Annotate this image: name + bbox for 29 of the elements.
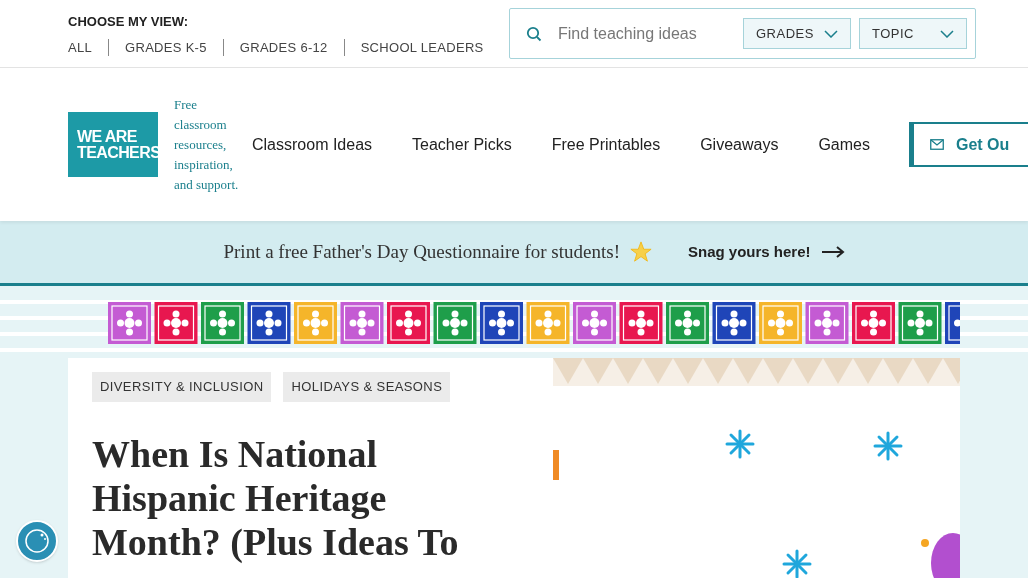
logo-text: WE ARE [77,128,138,145]
view-option-link[interactable]: SCHOOL LEADERS [360,37,484,57]
category-tag[interactable]: HOLIDAYS & SEASONS [283,372,451,402]
promo-text: Print a free Father's Day Questionnaire for students! [223,239,620,264]
accessibility-icon [24,528,50,554]
chevron-down-icon [824,29,838,38]
promo-link[interactable]: Snag yours here! [688,240,845,264]
view-option-link[interactable]: GRADES 6-12 [239,37,328,57]
nav-link[interactable]: Games [818,132,870,157]
filter-dropdown[interactable]: TOPIC [859,18,967,49]
arrow-right-icon [820,246,845,258]
view-option-link[interactable]: GRADES K-5 [125,37,207,57]
nav-link[interactable]: Classroom Ideas [252,132,373,157]
view-chooser-label: CHOOSE MY VIEW: [68,13,190,31]
chevron-down-icon [940,29,954,38]
category-tag[interactable]: DIVERSITY & INCLUSION [92,372,272,402]
filter-dropdown[interactable]: GRADES [743,18,851,49]
search-icon [526,25,542,42]
get-button[interactable]: Get Ou [908,122,1028,167]
nav-link[interactable]: Free Printables [551,132,661,157]
nav-link[interactable]: Teacher Picks [412,132,512,157]
tagline: Free classroom resources, inspiration, and support. [174,95,240,194]
star-icon [630,241,652,263]
mail-icon [929,139,944,150]
logo-text: TEACHERS [77,144,158,161]
article-title: When Is National Hispanic Heritage Month? (Plus Ideas To [92,431,460,564]
search-input[interactable]: Find teaching ideas [558,21,735,46]
view-option-link[interactable]: ALL [68,37,93,57]
nav-link[interactable]: Giveaways [700,132,779,157]
